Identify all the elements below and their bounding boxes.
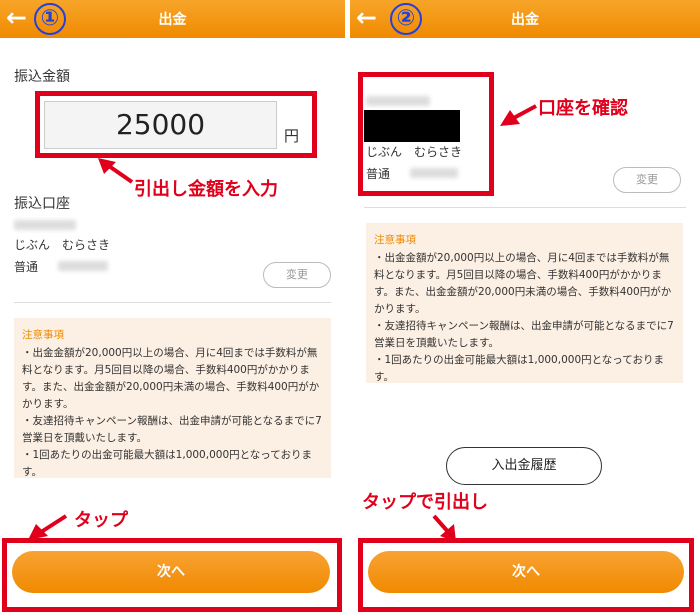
notice-item: ・出金金額が20,000円以上の場合、月に4回までは手数料が無料となります。月5… (374, 252, 672, 315)
next-button[interactable]: 次へ (368, 551, 684, 593)
notice-item: ・1回あたりの出金可能最大額は1,000,000円となっております。 (374, 354, 664, 383)
amount-input[interactable]: 25000 (44, 101, 277, 149)
tap-annotation: タップで引出し (362, 492, 488, 513)
next-button[interactable]: 次へ (12, 551, 330, 593)
change-account-button[interactable]: 変更 (613, 167, 681, 193)
amount-section-label: 振込金額 (14, 69, 70, 85)
masked-account-number (410, 168, 458, 178)
notice-item: ・友達招待キャンペーン報酬は、出金申請が可能となるまでに7営業日を頂戴いたします… (22, 415, 322, 444)
divider (364, 207, 686, 208)
transaction-history-button[interactable]: 入出金履歴 (446, 447, 602, 485)
masked-account-number (58, 261, 108, 271)
notice-title: 注意事項 (22, 329, 64, 341)
masked-account-info (14, 220, 76, 230)
annotation-arrow-icon (98, 158, 134, 184)
amount-annotation: 引出し金額を入力 (134, 179, 278, 200)
currency-unit: 円 (284, 127, 300, 145)
bank-name: じぶん むらさき (14, 238, 111, 252)
account-annotation: 口座を確認 (538, 98, 628, 119)
notice-title: 注意事項 (374, 234, 416, 246)
notice-item: ・1回あたりの出金可能最大額は1,000,000円となっております。 (22, 449, 312, 478)
app-header: ← ② 出金 (350, 0, 700, 38)
notice-box: 注意事項 ・出金金額が20,000円以上の場合、月に4回までは手数料が無料となり… (14, 318, 331, 478)
notice-item: ・友達招待キャンペーン報酬は、出金申請が可能となるまでに7営業日を頂戴いたします… (374, 320, 674, 349)
change-account-button[interactable]: 変更 (263, 262, 331, 288)
divider (14, 302, 331, 303)
notice-item: ・出金金額が20,000円以上の場合、月に4回までは手数料が無料となります。月5… (22, 347, 320, 410)
account-section-label: 振込口座 (14, 196, 70, 212)
screen-1: ← ① 出金 振込金額 25000 円 引出し金額を入力 振込口座 じぶん むら… (0, 0, 345, 614)
app-header: ← ① 出金 (0, 0, 345, 38)
notice-box: 注意事項 ・出金金額が20,000円以上の場合、月に4回までは手数料が無料となり… (366, 223, 683, 383)
masked-account-info (366, 96, 430, 106)
header-title: 出金 (158, 12, 187, 28)
account-type: 普通 (366, 167, 391, 181)
bank-name: じぶん むらさき (366, 145, 463, 159)
account-type: 普通 (14, 260, 39, 274)
tap-annotation: タップ (74, 510, 128, 531)
header-title: 出金 (511, 12, 539, 28)
annotation-arrow-icon (500, 104, 537, 126)
screen-2: ← ② 出金 じぶん むらさき 普通 口座を確認 変更 注意事項 ・出金金額が2… (350, 0, 700, 614)
redacted-account-name (364, 110, 460, 142)
